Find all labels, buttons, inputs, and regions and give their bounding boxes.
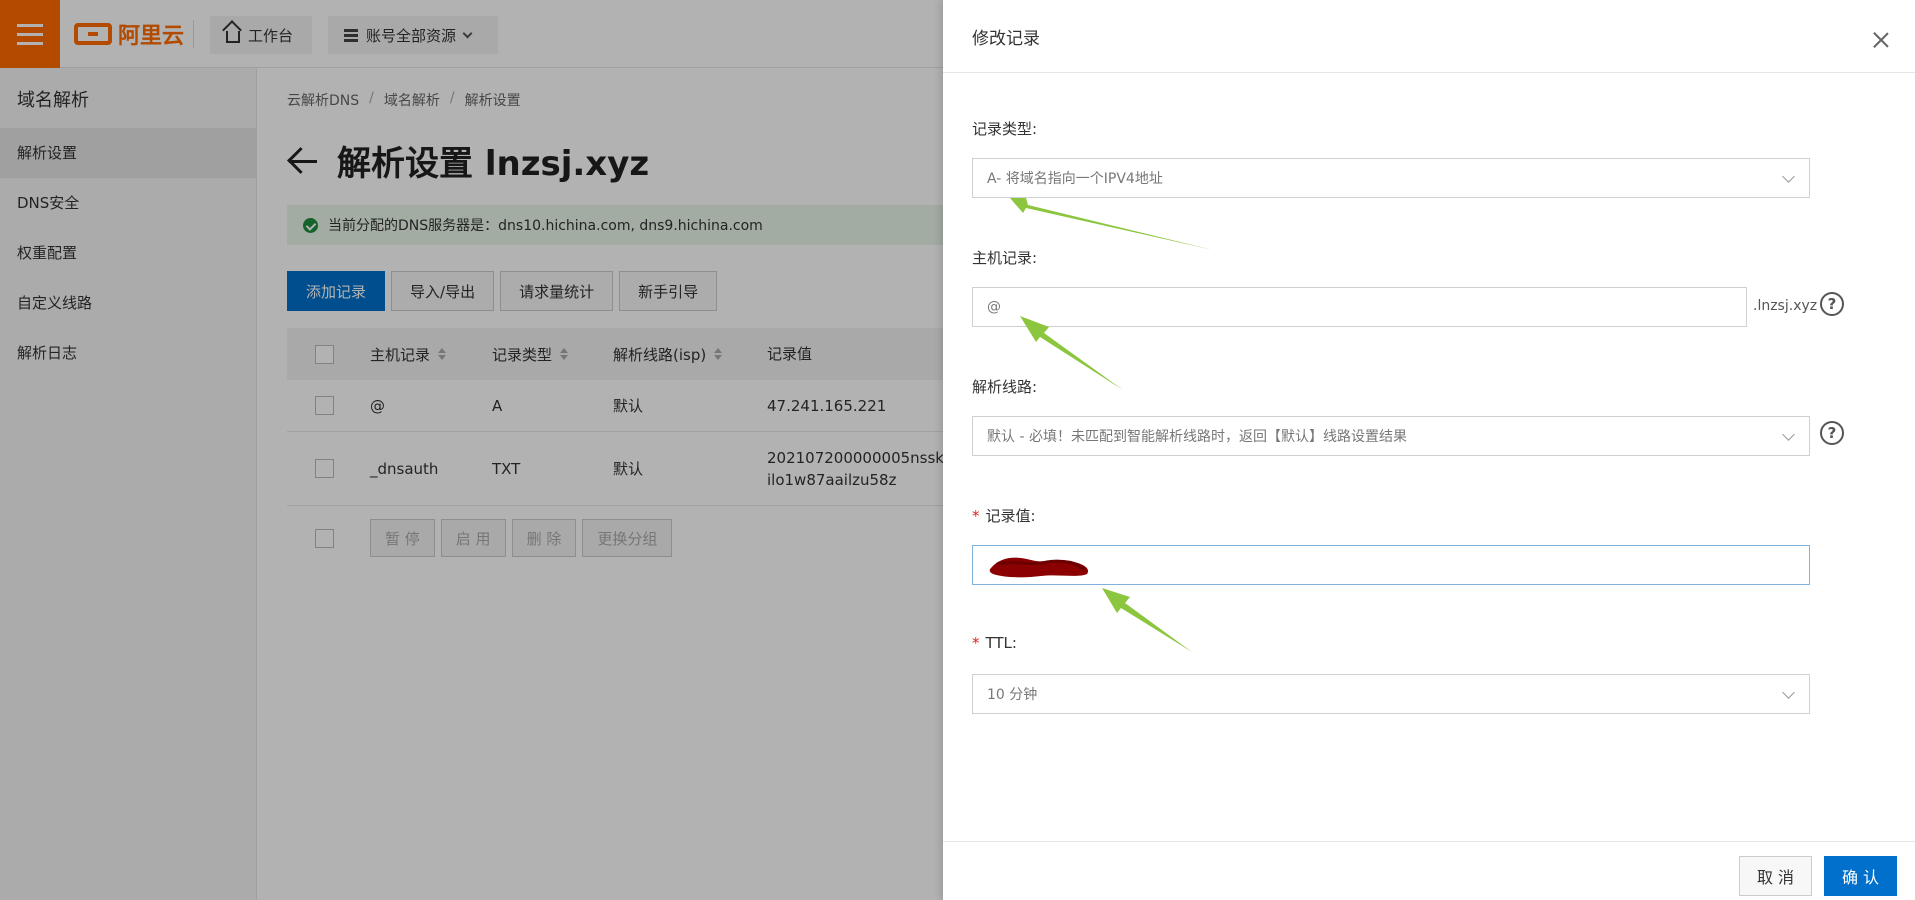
ttl-label: * TTL: (972, 634, 1017, 652)
record-value-label: * 记录值: (972, 505, 1036, 526)
ttl-label-text: TTL: (985, 634, 1017, 652)
ttl-value: 10 分钟 (987, 687, 1038, 703)
record-value-input[interactable] (972, 545, 1810, 585)
modal-backdrop[interactable] (0, 0, 943, 900)
domain-suffix: .lnzsj.xyz (1753, 298, 1818, 314)
chevron-down-icon (1782, 686, 1795, 699)
resolve-line-select[interactable]: 默认 - 必填！未匹配到智能解析线路时，返回【默认】线路设置结果 (972, 416, 1810, 456)
host-record-input[interactable]: @ (972, 287, 1747, 327)
ttl-select[interactable]: 10 分钟 (972, 674, 1810, 714)
record-type-select[interactable]: A- 将域名指向一个IPV4地址 (972, 158, 1810, 198)
required-mark: * (972, 507, 980, 525)
host-record-value: @ (987, 299, 1001, 315)
help-icon[interactable]: ? (1820, 292, 1844, 316)
chevron-down-icon (1782, 170, 1795, 183)
confirm-button[interactable]: 确 认 (1824, 856, 1897, 896)
host-record-label: 主机记录: (972, 249, 1038, 267)
help-icon[interactable]: ? (1820, 421, 1844, 445)
resolve-line-label: 解析线路: (972, 378, 1038, 396)
drawer-footer: 取 消 确 认 (943, 841, 1915, 900)
resolve-line-value: 默认 - 必填！未匹配到智能解析线路时，返回【默认】线路设置结果 (987, 429, 1407, 445)
drawer-title: 修改记录 (943, 0, 1915, 73)
record-type-value: A- 将域名指向一个IPV4地址 (987, 171, 1163, 187)
close-icon[interactable] (1873, 32, 1889, 48)
cancel-button[interactable]: 取 消 (1739, 856, 1812, 896)
edit-record-drawer: 修改记录 记录类型: A- 将域名指向一个IPV4地址 主机记录: @ .lnz… (943, 0, 1915, 900)
record-value-label-text: 记录值: (985, 507, 1036, 525)
redaction-scribble (989, 557, 1089, 578)
chevron-down-icon (1782, 428, 1795, 441)
record-type-label: 记录类型: (972, 120, 1038, 138)
required-mark: * (972, 634, 980, 652)
